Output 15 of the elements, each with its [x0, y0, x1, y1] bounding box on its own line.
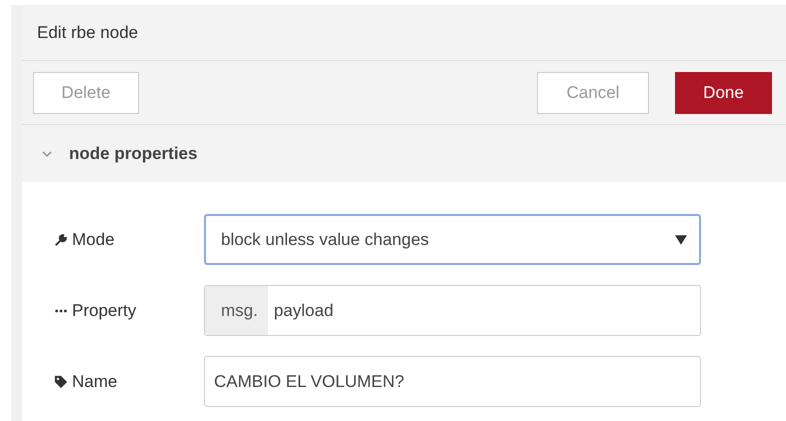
- field-label: Property: [72, 300, 136, 320]
- property-input[interactable]: msg. payload: [204, 285, 701, 336]
- chevron-icon: [42, 150, 52, 156]
- tag-icon: [54, 374, 68, 388]
- field-label: Name: [72, 372, 118, 392]
- dialog-title: Edit rbe node: [37, 22, 138, 42]
- type-prefix[interactable]: msg.: [205, 286, 268, 335]
- section-title: node properties: [69, 144, 198, 164]
- field-label: Mode: [72, 230, 115, 250]
- wrench-icon: [54, 232, 68, 246]
- done-button[interactable]: Done: [675, 72, 772, 114]
- mode-select[interactable]: block unless value changes: [204, 214, 701, 265]
- dropdown-arrow-icon: [675, 234, 687, 244]
- section-header[interactable]: node properties: [22, 125, 786, 182]
- name-input[interactable]: CAMBIO EL VOLUMEN?: [204, 356, 701, 407]
